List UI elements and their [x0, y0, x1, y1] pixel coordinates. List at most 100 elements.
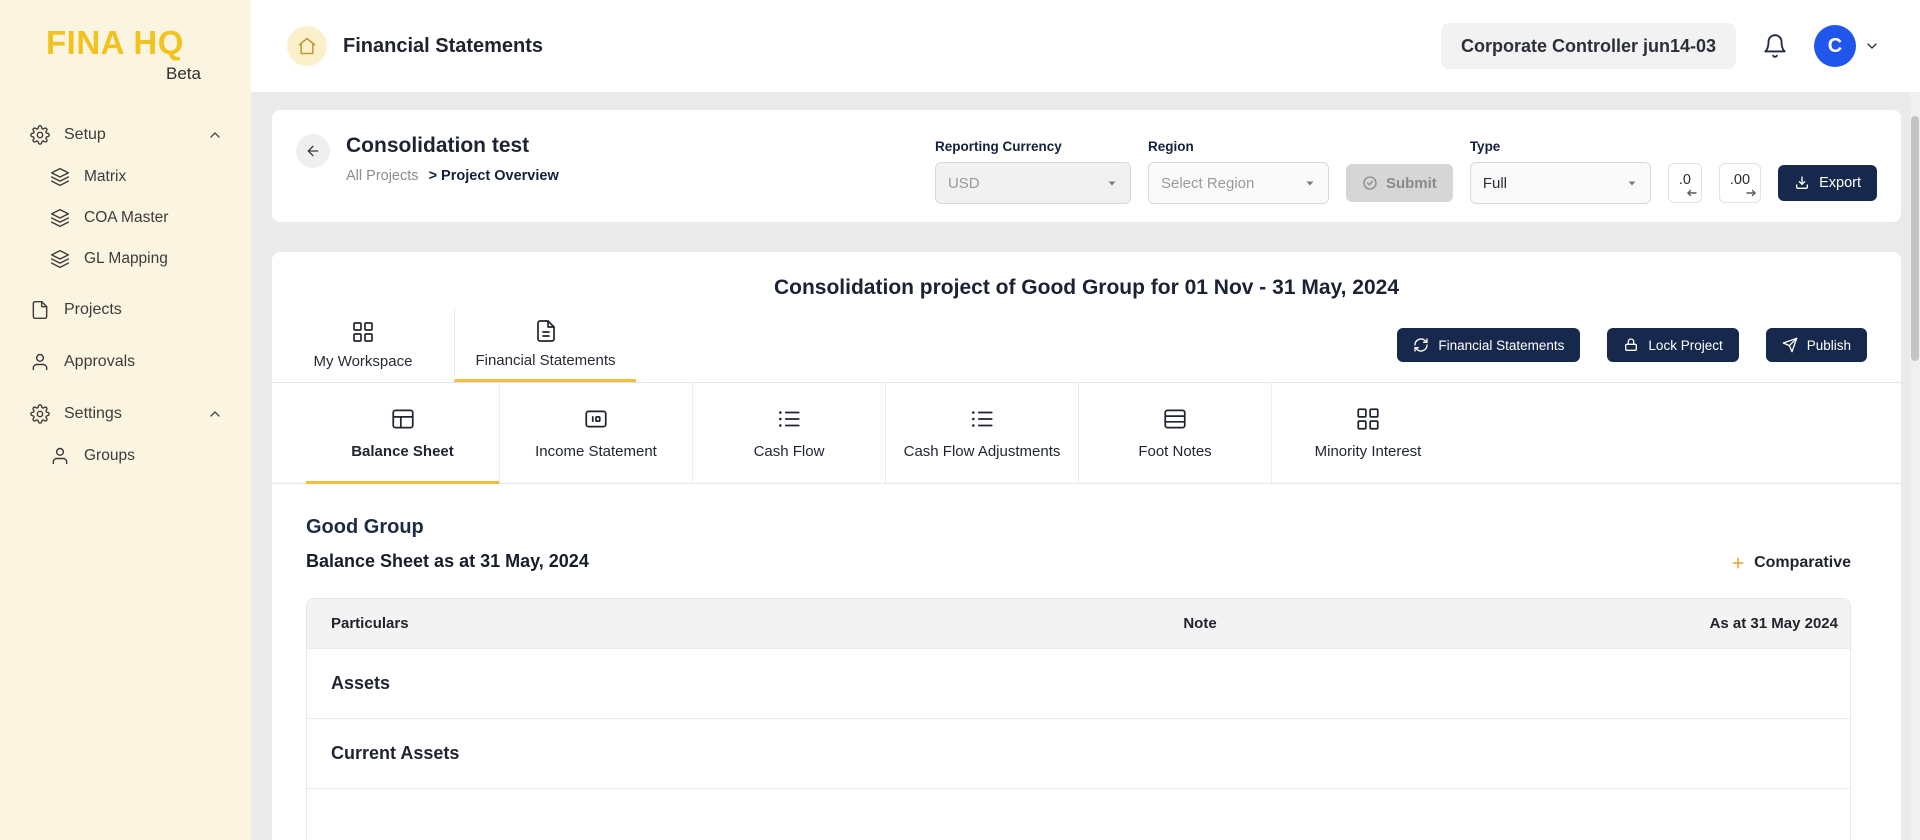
increase-decimal-button[interactable]: .00: [1719, 163, 1761, 203]
comparative-button[interactable]: Comparative: [1730, 554, 1851, 572]
balance-sheet-table: Particulars Note As at 31 May 2024 Asset…: [306, 598, 1851, 840]
page-title: Financial Statements: [343, 35, 543, 58]
tab-income-statement[interactable]: Income Statement: [499, 383, 692, 483]
file-text-icon: [534, 319, 558, 343]
table-row[interactable]: [307, 788, 1850, 840]
content-area: Consolidation test All Projects > Projec…: [251, 92, 1920, 840]
sidebar-item-label: GL Mapping: [84, 250, 168, 268]
reporting-currency-field: Reporting Currency USD: [935, 139, 1131, 204]
user-icon: [30, 352, 50, 372]
group-name: Good Group: [306, 516, 589, 539]
column-header-particulars: Particulars: [307, 615, 1050, 632]
sidebar-item-setup[interactable]: Setup: [0, 114, 251, 156]
avatar: C: [1814, 25, 1856, 67]
row-particulars: Assets: [307, 673, 1050, 694]
region-field: Region Select Region: [1148, 139, 1329, 204]
home-icon[interactable]: [287, 26, 327, 66]
sidebar-item-label: Groups: [84, 447, 135, 465]
beta-badge: Beta: [46, 64, 201, 84]
sidebar-item-matrix[interactable]: Matrix: [0, 156, 251, 197]
user-role-chip[interactable]: Corporate Controller jun14-03: [1441, 23, 1736, 69]
decrease-decimal-label: .0: [1679, 172, 1691, 188]
tab-balance-sheet[interactable]: Balance Sheet: [306, 383, 499, 483]
project-actions: Financial Statements Lock Project Publis…: [1397, 328, 1867, 362]
logo-block: FINA HQ Beta: [0, 0, 200, 84]
tab-foot-notes[interactable]: Foot Notes: [1078, 383, 1271, 483]
tab-label: Cash Flow Adjustments: [904, 443, 1061, 460]
tab-my-workspace[interactable]: My Workspace: [272, 308, 454, 382]
lock-project-button[interactable]: Lock Project: [1607, 328, 1738, 362]
chevron-down-icon: [1106, 177, 1118, 189]
list-icon: [776, 406, 802, 432]
project-title: Consolidation test: [346, 134, 559, 158]
tab-cash-flow-adjustments[interactable]: Cash Flow Adjustments: [885, 383, 1078, 483]
rows-icon: [1162, 406, 1188, 432]
sidebar-item-coa-master[interactable]: COA Master: [0, 197, 251, 238]
chevron-down-icon: [1304, 177, 1316, 189]
profile-menu[interactable]: C: [1814, 25, 1880, 67]
sidebar-item-approvals[interactable]: Approvals: [0, 341, 251, 383]
sidebar-item-settings[interactable]: Settings: [0, 393, 251, 435]
layers-icon: [50, 249, 70, 269]
increase-decimal-label: .00: [1730, 172, 1750, 188]
gear-icon: [30, 404, 50, 424]
lock-icon: [1623, 337, 1639, 353]
decrease-decimal-button[interactable]: .0: [1668, 163, 1702, 203]
sidebar-item-projects[interactable]: Projects: [0, 289, 251, 331]
table-row[interactable]: Current Assets: [307, 718, 1850, 788]
column-header-note: Note: [1050, 615, 1350, 632]
sidebar-item-gl-mapping[interactable]: GL Mapping: [0, 238, 251, 279]
table-icon: [390, 406, 416, 432]
main-column: Financial Statements Corporate Controlle…: [251, 0, 1920, 840]
breadcrumb: All Projects > Project Overview: [346, 168, 559, 184]
sidebar: FINA HQ Beta Setup Matrix COA Master GL …: [0, 0, 251, 840]
list-icon: [969, 406, 995, 432]
document-icon: [30, 300, 50, 320]
type-select[interactable]: Full: [1470, 162, 1651, 204]
type-field: Type Full: [1470, 139, 1651, 204]
financial-statements-button-label: Financial Statements: [1438, 338, 1564, 353]
scrollbar-track[interactable]: [1910, 92, 1920, 840]
consolidation-title: Consolidation project of Good Group for …: [272, 252, 1901, 300]
breadcrumb-current: > Project Overview: [429, 168, 559, 184]
type-label: Type: [1470, 139, 1651, 154]
sheet-title: Balance Sheet as at 31 May, 2024: [306, 551, 589, 572]
grid-icon: [351, 320, 375, 344]
scrollbar-thumb[interactable]: [1911, 116, 1919, 361]
chevron-up-icon: [207, 406, 223, 422]
row-particulars: Current Assets: [307, 743, 1050, 764]
tab-label: Balance Sheet: [351, 443, 454, 460]
reporting-currency-label: Reporting Currency: [935, 139, 1131, 154]
send-icon: [1782, 337, 1798, 353]
tab-label: Financial Statements: [475, 352, 615, 369]
statement-tabs: Balance Sheet Income Statement Cash Flow…: [272, 383, 1901, 484]
project-info: Consolidation test All Projects > Projec…: [296, 126, 559, 222]
region-select[interactable]: Select Region: [1148, 162, 1329, 204]
breadcrumb-all-projects[interactable]: All Projects: [346, 168, 419, 184]
sidebar-item-label: Approvals: [64, 353, 135, 371]
sidebar-item-groups[interactable]: Groups: [0, 435, 251, 476]
bell-icon[interactable]: [1762, 33, 1788, 59]
reporting-currency-select[interactable]: USD: [935, 162, 1131, 204]
grid-icon: [1355, 406, 1381, 432]
export-icon: [1794, 175, 1810, 191]
sheet-heading-block: Good Group Balance Sheet as at 31 May, 2…: [306, 516, 589, 572]
financial-statements-button[interactable]: Financial Statements: [1397, 328, 1580, 362]
table-row[interactable]: Assets: [307, 648, 1850, 718]
tab-label: Foot Notes: [1138, 443, 1211, 460]
project-controls: Reporting Currency USD Region Select Reg…: [935, 126, 1877, 222]
tab-financial-statements[interactable]: Financial Statements: [454, 308, 636, 382]
sidebar-item-label: Setup: [64, 126, 106, 144]
publish-button[interactable]: Publish: [1766, 328, 1867, 362]
tab-minority-interest[interactable]: Minority Interest: [1271, 383, 1464, 483]
export-button[interactable]: Export: [1778, 165, 1877, 201]
submit-button[interactable]: Submit: [1346, 164, 1453, 202]
lock-project-button-label: Lock Project: [1648, 338, 1722, 353]
tab-cash-flow[interactable]: Cash Flow: [692, 383, 885, 483]
back-button[interactable]: [296, 134, 330, 168]
arrow-right-icon: [1745, 187, 1757, 199]
tab-label: Minority Interest: [1315, 443, 1422, 460]
top-header: Financial Statements Corporate Controlle…: [251, 0, 1920, 92]
project-bar: Consolidation test All Projects > Projec…: [272, 110, 1901, 222]
banknote-icon: [583, 406, 609, 432]
